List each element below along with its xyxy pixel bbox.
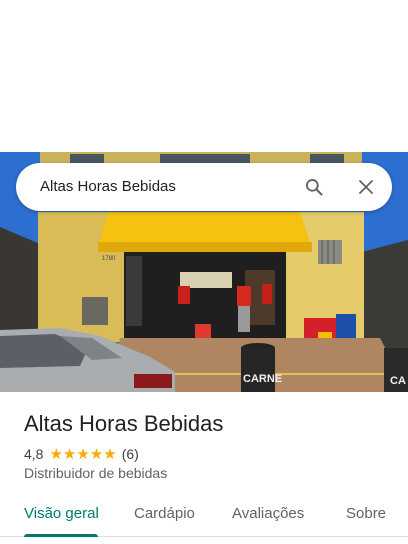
rating-row[interactable]: 4,8 ★★★★★ (6) [24,445,139,463]
storefront-number: 1780 [102,256,116,262]
star-rating-icon: ★★★★★ [49,446,117,463]
close-icon[interactable] [354,175,378,199]
bin-label: CARNE [243,373,282,385]
search-query[interactable]: Altas Horas Bebidas [40,178,176,195]
tab-bar: Visão geral Cardápio Avaliações Sobre [0,496,408,537]
tab-overview[interactable]: Visão geral [24,505,99,522]
place-title: Altas Horas Bebidas [24,411,224,436]
active-tab-indicator [24,534,98,537]
place-category: Distribuidor de bebidas [24,465,168,481]
tab-reviews[interactable]: Avaliações [232,505,304,522]
tab-menu[interactable]: Cardápio [134,505,195,522]
rating-value: 4,8 [24,446,44,462]
search-bar[interactable]: Altas Horas Bebidas [16,163,392,211]
tab-about[interactable]: Sobre [346,505,386,522]
svg-text:CA: CA [390,375,406,387]
review-count[interactable]: (6) [122,446,139,462]
search-icon[interactable] [302,175,326,199]
